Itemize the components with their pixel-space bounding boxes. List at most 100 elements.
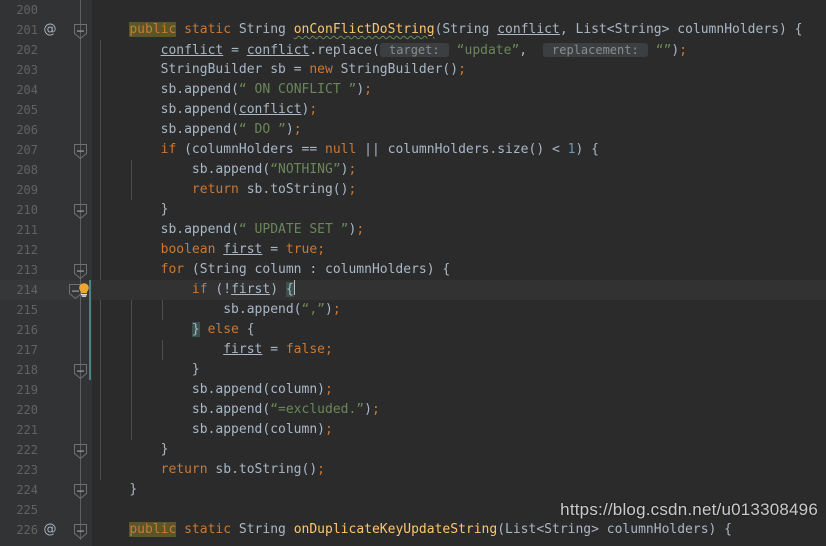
gutter-row[interactable]: 215 [0,300,92,320]
line-number[interactable]: 217 [0,340,38,360]
gutter-row[interactable]: 225 [0,500,92,520]
gutter-row[interactable]: 217 [0,340,92,360]
fold-minus-icon[interactable] [73,363,88,380]
line-number[interactable]: 216 [0,320,38,340]
gutter-row[interactable]: 202 [0,40,92,60]
line-number[interactable]: 212 [0,240,38,260]
gutter-row[interactable]: 200 [0,0,92,20]
line-number[interactable]: 205 [0,100,38,120]
code-token: replacement: [542,43,648,57]
line-number[interactable]: 204 [0,80,38,100]
code-line[interactable]: public static String onDuplicateKeyUpdat… [92,520,826,540]
code-lines[interactable]: public static String onConFlictDoString (… [92,0,826,540]
line-number[interactable]: 209 [0,180,38,200]
vcs-change-marker[interactable] [89,280,91,300]
code-line[interactable]: if (columnHolders == null || columnHolde… [92,140,826,160]
gutter-row[interactable]: 205 [0,100,92,120]
code-line[interactable] [92,0,826,20]
line-number[interactable]: 220 [0,400,38,420]
gutter-row[interactable]: 219 [0,380,92,400]
code-line[interactable]: } [92,200,826,220]
code-token: return [191,182,239,197]
line-number[interactable]: 223 [0,460,38,480]
code-line[interactable]: if (!first) { [92,280,826,300]
fold-minus-icon[interactable] [73,143,88,160]
fold-minus-icon[interactable] [73,263,88,280]
code-token: sb.toString() [238,182,349,197]
code-line[interactable]: } [92,480,826,500]
line-number[interactable]: 206 [0,120,38,140]
line-number[interactable]: 208 [0,160,38,180]
gutter-row[interactable]: 209 [0,180,92,200]
code-line[interactable]: boolean first = true; [92,240,826,260]
code-line[interactable]: sb.append(“,”); [92,300,826,320]
code-line[interactable]: return sb.toString(); [92,460,826,480]
gutter-row[interactable]: 211 [0,220,92,240]
line-number[interactable]: 215 [0,300,38,320]
code-line[interactable]: } else { [92,320,826,340]
code-line[interactable]: } [92,360,826,380]
fold-minus-icon[interactable] [73,523,88,540]
gutter-row[interactable]: 220 [0,400,92,420]
line-number[interactable]: 202 [0,40,38,60]
vcs-change-marker[interactable] [89,320,91,340]
line-number[interactable]: 211 [0,220,38,240]
code-line[interactable]: sb.append(conflict); [92,100,826,120]
code-content-area[interactable]: public static String onConFlictDoString (… [92,0,826,546]
code-line[interactable] [92,500,826,520]
code-line[interactable]: first = false; [92,340,826,360]
vcs-change-marker[interactable] [89,340,91,360]
code-line[interactable]: sb.append(“ ON CONFLICT ”); [92,80,826,100]
line-number[interactable]: 214 [0,280,38,300]
fold-minus-icon[interactable] [73,443,88,460]
code-line-text: return sb.toString(); [98,182,356,197]
code-line[interactable]: for (String column : columnHolders) { [92,260,826,280]
code-line[interactable]: StringBuilder sb = new StringBuilder(); [92,60,826,80]
line-number[interactable]: 226 [0,520,38,540]
line-number[interactable]: 201 [0,20,38,40]
code-line[interactable]: } [92,440,826,460]
code-line[interactable]: sb.append(“NOTHING”); [92,160,826,180]
line-number[interactable]: 218 [0,360,38,380]
code-line[interactable]: public static String onConFlictDoString(… [92,20,826,40]
line-number[interactable]: 213 [0,260,38,280]
code-line[interactable]: sb.append(“ DO ”); [92,120,826,140]
gutter-row[interactable]: 203 [0,60,92,80]
line-number[interactable]: 210 [0,200,38,220]
code-line[interactable]: sb.append(column); [92,380,826,400]
gutter-row[interactable]: 212 [0,240,92,260]
line-number[interactable]: 225 [0,500,38,520]
vcs-change-marker[interactable] [89,300,91,320]
code-editor[interactable]: 200 201 @202 203 204 205 206 207 208 209 210 211 212… [0,0,826,546]
override-method-icon[interactable]: @ [42,520,58,540]
code-line[interactable]: return sb.toString(); [92,180,826,200]
line-number[interactable]: 207 [0,140,38,160]
line-number[interactable]: 219 [0,380,38,400]
gutter-row[interactable]: 204 [0,80,92,100]
editor-gutter[interactable]: 200 201 @202 203 204 205 206 207 208 209 210 211 212… [0,0,92,546]
line-number[interactable]: 221 [0,420,38,440]
line-number[interactable]: 224 [0,480,38,500]
fold-minus-icon[interactable] [73,23,88,40]
line-number[interactable]: 203 [0,60,38,80]
vcs-change-marker[interactable] [89,360,91,380]
gutter-row[interactable]: 206 [0,120,92,140]
code-token: ; [679,43,688,58]
override-method-icon[interactable]: @ [42,20,58,40]
fold-minus-icon[interactable] [73,203,88,220]
code-line[interactable]: conflict = conflict.replace( target: “up… [92,40,826,60]
gutter-row[interactable]: 223 [0,460,92,480]
line-number[interactable]: 200 [0,0,38,20]
code-token: } [160,442,169,457]
code-line[interactable]: sb.append(“=excluded.”); [92,400,826,420]
line-number[interactable]: 222 [0,440,38,460]
code-line[interactable]: sb.append(column); [92,420,826,440]
gutter-row[interactable]: 221 [0,420,92,440]
gutter-row[interactable]: 216 [0,320,92,340]
fold-minus-icon[interactable] [73,483,88,500]
code-token: ; [458,62,466,77]
code-line[interactable]: sb.append(“ UPDATE SET ”); [92,220,826,240]
gutter-row[interactable]: 208 [0,160,92,180]
